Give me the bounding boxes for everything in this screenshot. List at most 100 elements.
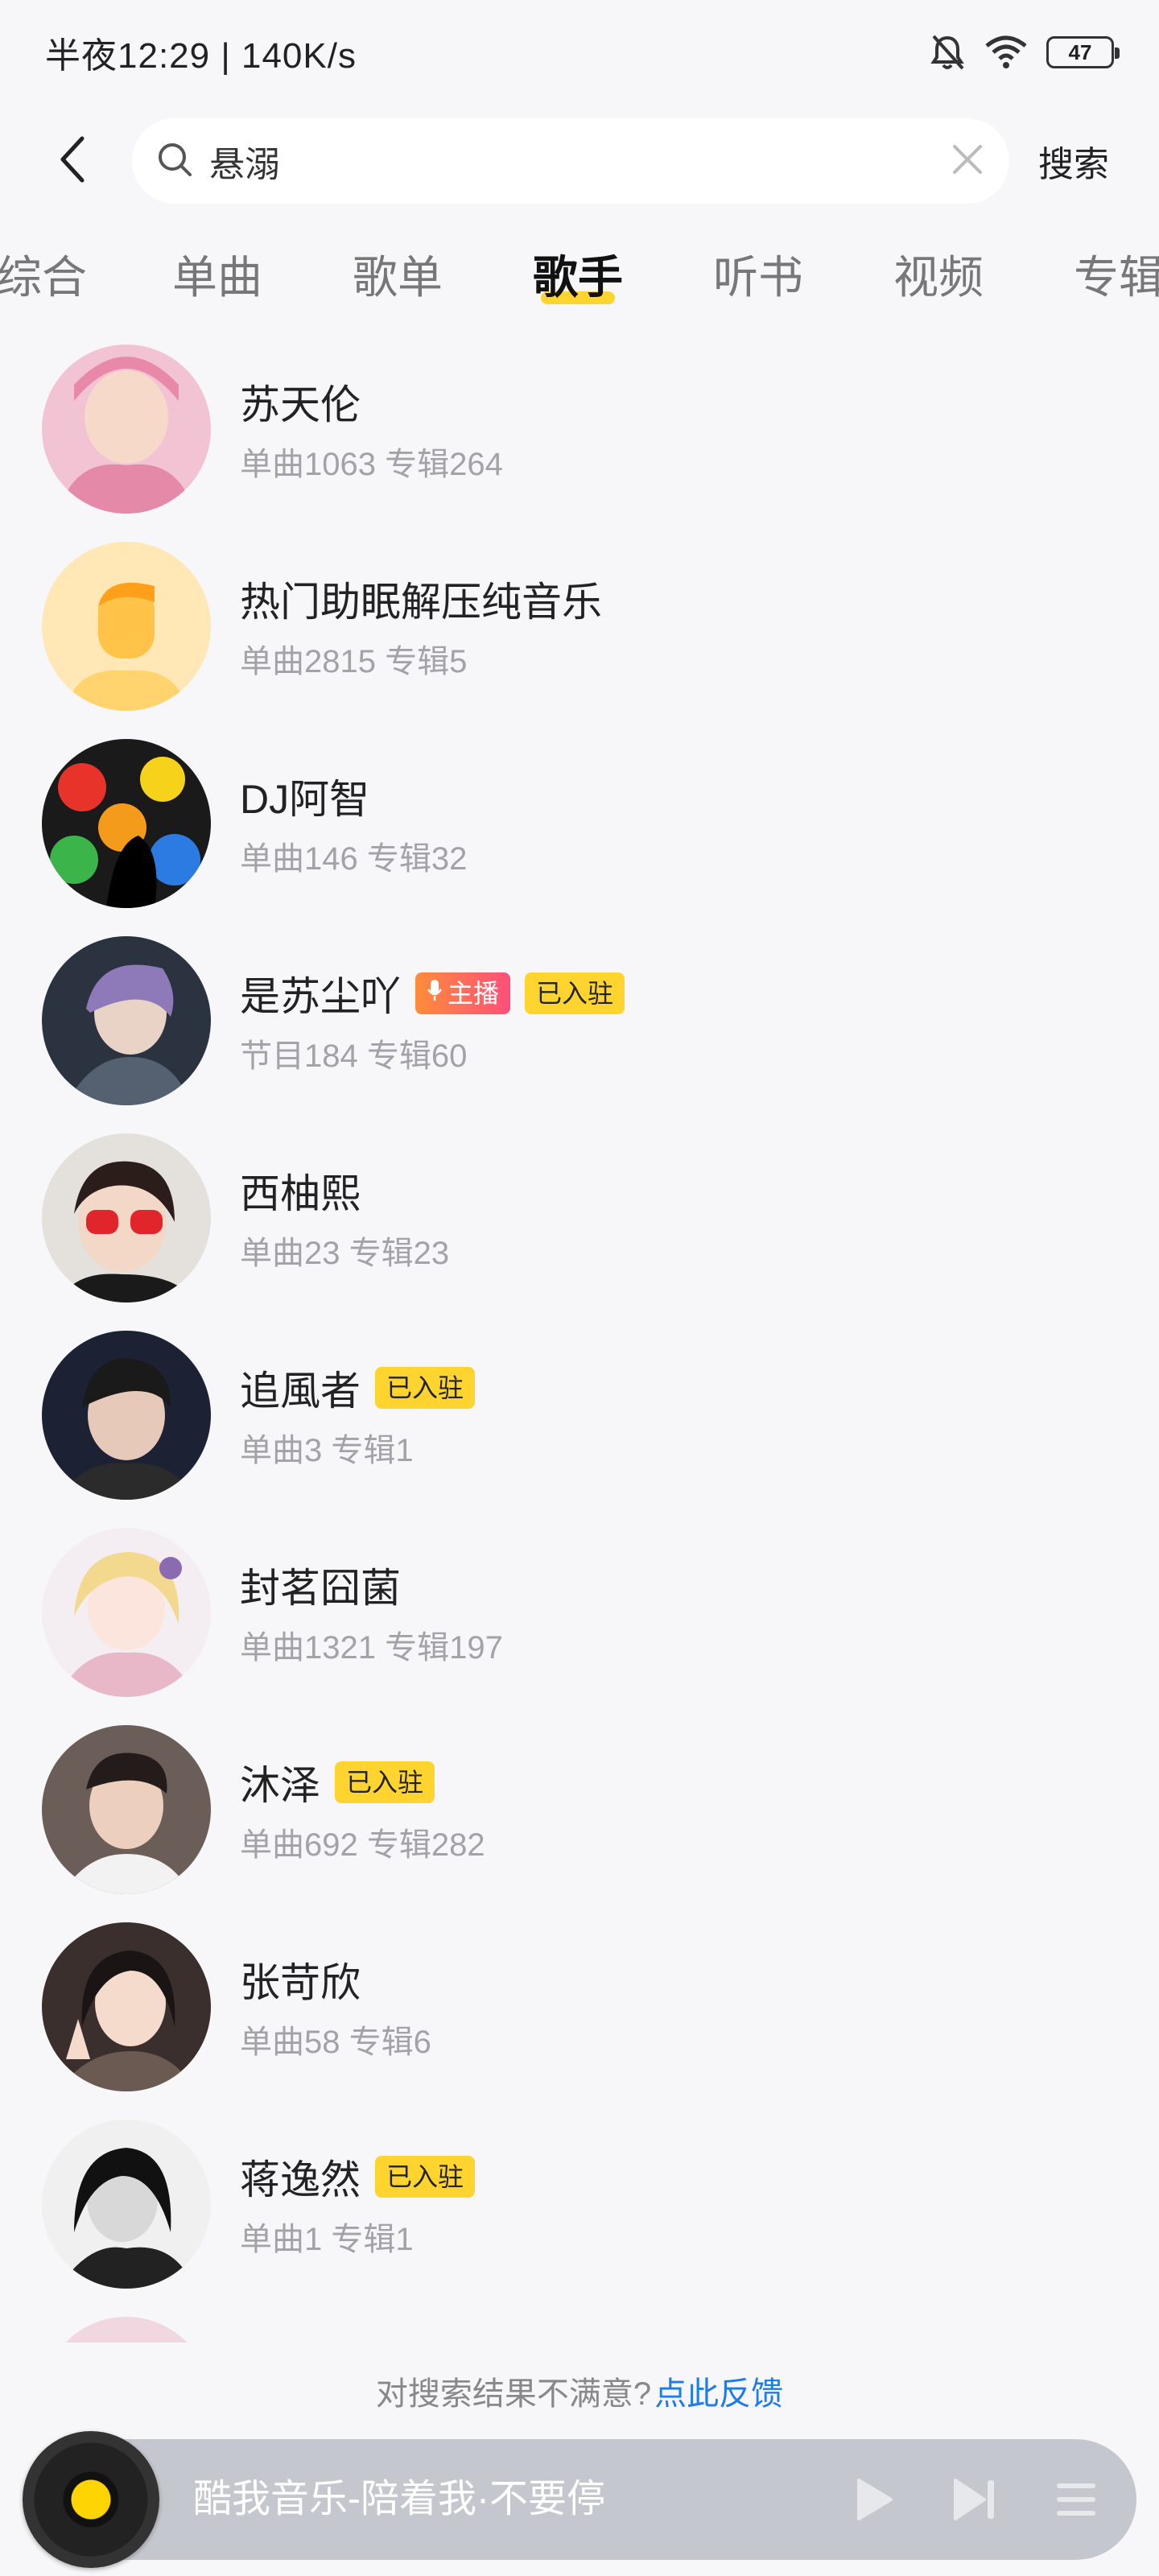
status-bar: 半夜12:29 | 140K/s 47: [0, 0, 1159, 105]
status-icons: 47: [929, 33, 1120, 72]
artist-stats: 单曲3 专辑1: [240, 1432, 414, 1468]
tab-comprehensive[interactable]: 综合: [0, 242, 87, 322]
tab-label: 视频: [893, 252, 984, 303]
settled-badge: 已入驻: [335, 1761, 435, 1803]
settled-badge: 已入驻: [525, 972, 625, 1014]
search-box[interactable]: [132, 118, 1009, 204]
artist-info: 追風者 已入驻 单曲3 专辑1: [240, 1360, 476, 1471]
artist-stats: 单曲1 专辑1: [240, 2221, 414, 2257]
tab-playlists[interactable]: 歌单: [353, 242, 443, 322]
tab-label: 专辑: [1074, 252, 1159, 303]
artist-name: 张苛欣: [240, 1959, 361, 2005]
avatar: [42, 541, 211, 711]
list-item[interactable]: 西柚熙 单曲23 专辑23: [0, 1119, 1159, 1316]
playlist-button[interactable]: [1048, 2471, 1104, 2528]
anchor-badge: 主播: [415, 972, 511, 1014]
settled-badge: 已入驻: [375, 2155, 476, 2198]
search-header: 搜索: [0, 113, 1159, 209]
list-item[interactable]: 追風者 已入驻 单曲3 专辑1: [0, 1316, 1159, 1513]
artist-info: 西柚熙 单曲23 专辑23: [240, 1162, 449, 1274]
list-item[interactable]: 蒋逸然 已入驻 单曲1 专辑1: [0, 2105, 1159, 2302]
artist-info: 张苛欣 单曲58 专辑6: [240, 1951, 431, 2062]
tab-videos[interactable]: 视频: [893, 242, 984, 322]
artist-name: DJ阿智: [240, 776, 370, 822]
search-icon: [156, 141, 193, 182]
list-item[interactable]: 热门助眠解压纯音乐 单曲2815 专辑5: [0, 527, 1159, 724]
artist-stats: 单曲146 专辑32: [240, 840, 468, 877]
artist-stats: 单曲1063 专辑264: [240, 446, 503, 482]
artist-stats: 单曲692 专辑282: [240, 1827, 485, 1863]
avatar: [42, 738, 211, 908]
list-item[interactable]: 苏天伦 单曲1063 专辑264: [0, 330, 1159, 527]
back-button[interactable]: [32, 121, 113, 201]
category-tabs: 综合 单曲 歌单 歌手 听书 视频 专辑: [0, 242, 1159, 322]
status-time: 半夜12:29 | 140K/s: [45, 36, 357, 76]
artist-name: 追風者: [240, 1368, 361, 1414]
feedback-text: 对搜索结果不满意?: [375, 2376, 652, 2412]
artist-name: 苏天伦: [240, 382, 361, 427]
list-item[interactable]: [0, 2302, 1159, 2343]
list-item[interactable]: DJ阿智 单曲146 专辑32: [0, 724, 1159, 922]
artist-stats: 单曲58 专辑6: [240, 2024, 431, 2060]
tab-artists[interactable]: 歌手: [533, 242, 623, 322]
artist-info: 蒋逸然 已入驻 单曲1 专辑1: [240, 2149, 476, 2260]
avatar: [42, 1527, 211, 1697]
clear-icon[interactable]: [950, 142, 985, 181]
list-item[interactable]: 沐泽 已入驻 单曲692 专辑282: [0, 1711, 1159, 1908]
artist-info: 是苏尘吖 主播 已入驻 节目184 专辑60: [240, 965, 625, 1076]
artist-name: 西柚熙: [240, 1170, 361, 1216]
artist-stats: 节目184 专辑60: [240, 1038, 468, 1074]
avatar: [42, 344, 211, 514]
list-item[interactable]: 张苛欣 单曲58 专辑6: [0, 1908, 1159, 2105]
play-icon: [857, 2479, 893, 2520]
wifi-icon: [984, 35, 1029, 70]
avatar: [42, 1922, 211, 2091]
tab-label: 听书: [713, 252, 803, 303]
microphone-icon: [427, 972, 443, 1014]
avatar: [42, 935, 211, 1105]
artist-name: 热门助眠解压纯音乐: [240, 579, 602, 625]
battery-indicator: 47: [1046, 36, 1120, 68]
avatar: [42, 1330, 211, 1500]
chevron-left-icon: [56, 134, 89, 189]
artist-list: 苏天伦 单曲1063 专辑264 热门助眠解压纯音乐 单曲2815 专辑5 DJ…: [0, 330, 1159, 2343]
artist-stats: 单曲23 专辑23: [240, 1235, 450, 1271]
feedback-bar: 对搜索结果不满意? 点此反馈: [0, 2351, 1159, 2431]
tab-albums[interactable]: 专辑: [1074, 242, 1159, 322]
playlist-icon: [1057, 2483, 1095, 2516]
artist-info: DJ阿智 单曲146 专辑32: [240, 768, 467, 879]
next-icon: [954, 2479, 994, 2520]
next-button[interactable]: [947, 2471, 1003, 2528]
artist-stats: 单曲1321 专辑197: [240, 1629, 503, 1666]
battery-level: 47: [1068, 39, 1092, 64]
search-input[interactable]: [209, 141, 950, 181]
artist-name: 沐泽: [240, 1762, 320, 1808]
avatar: [42, 1133, 211, 1302]
tab-label: 歌单: [353, 252, 443, 303]
tab-label: 综合: [0, 252, 87, 303]
list-item[interactable]: 封茗囧菌 单曲1321 专辑197: [0, 1513, 1159, 1711]
tab-label: 单曲: [172, 252, 262, 303]
tab-songs[interactable]: 单曲: [172, 242, 262, 322]
artist-info: 沐泽 已入驻 单曲692 专辑282: [240, 1754, 485, 1865]
tab-audiobooks[interactable]: 听书: [713, 242, 803, 322]
mini-player[interactable]: 酷我音乐-陪着我·不要停: [23, 2431, 1136, 2568]
player-title: 酷我音乐-陪着我·不要停: [193, 2478, 605, 2520]
artist-name: 封茗囧菌: [240, 1565, 401, 1611]
artist-name: 是苏尘吖: [240, 973, 401, 1019]
list-item[interactable]: 是苏尘吖 主播 已入驻 节目184 专辑60: [0, 922, 1159, 1119]
artist-name: 蒋逸然: [240, 2157, 361, 2202]
avatar: [42, 2119, 211, 2289]
player-controls: [845, 2439, 1104, 2560]
artist-info: 热门助眠解压纯音乐 单曲2815 专辑5: [240, 571, 602, 682]
search-button[interactable]: 搜索: [1038, 135, 1109, 187]
play-button[interactable]: [845, 2471, 901, 2528]
mute-bell-icon: [929, 33, 966, 72]
feedback-link[interactable]: 点此反馈: [654, 2368, 783, 2414]
tab-label: 歌手: [533, 252, 623, 303]
artist-info: 苏天伦 单曲1063 专辑264: [240, 374, 503, 485]
album-disc[interactable]: [23, 2431, 159, 2568]
avatar: [42, 1724, 211, 1894]
artist-info: 封茗囧菌 单曲1321 专辑197: [240, 1557, 503, 1668]
avatar: [42, 2316, 211, 2343]
